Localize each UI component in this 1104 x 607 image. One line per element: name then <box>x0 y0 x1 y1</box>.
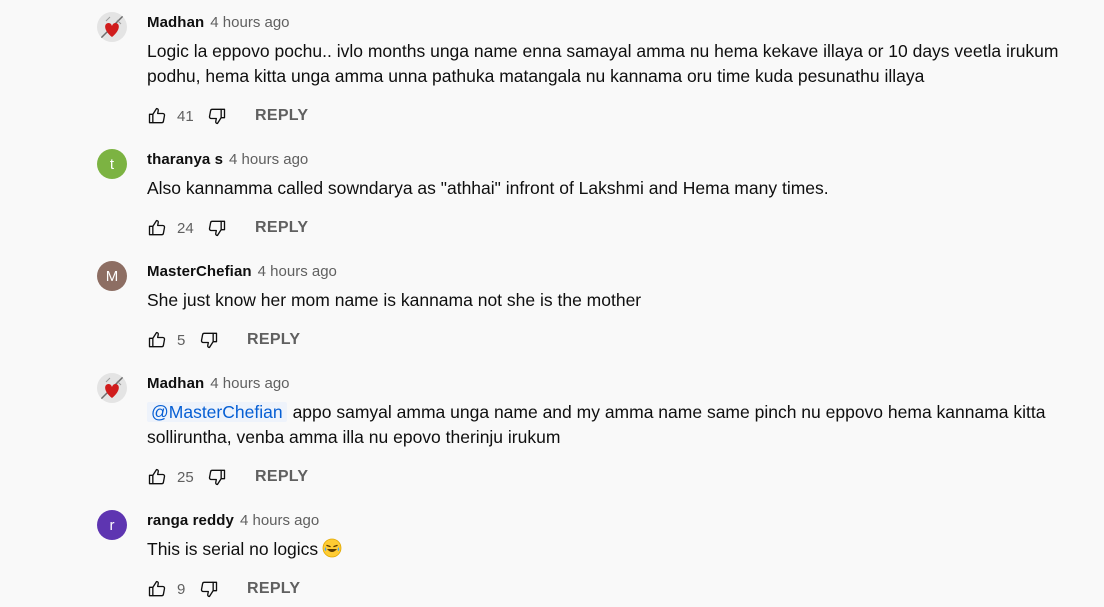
comment-time[interactable]: 4 hours ago <box>258 263 337 280</box>
comment-header: ranga reddy 4 hours ago <box>147 512 319 530</box>
thumbs-down-icon[interactable] <box>199 579 219 599</box>
comment-actions: 25 REPLY <box>147 465 308 489</box>
comments-section: Madhan 4 hours ago Logic la eppovo pochu.… <box>0 0 1104 607</box>
thumbs-down-icon[interactable] <box>199 330 219 350</box>
avatar[interactable] <box>97 12 127 42</box>
comment-time[interactable]: 4 hours ago <box>229 151 308 168</box>
author-name[interactable]: Madhan <box>147 14 204 31</box>
heart-rose-avatar-image <box>97 12 127 42</box>
like-count: 5 <box>177 331 186 349</box>
reply-button[interactable]: REPLY <box>247 331 300 349</box>
author-name[interactable]: tharanya s <box>147 151 223 168</box>
reply-button[interactable]: REPLY <box>255 107 308 125</box>
thumbs-up-icon[interactable] <box>147 579 167 599</box>
thumbs-up-icon[interactable] <box>147 218 167 238</box>
reply-button[interactable]: REPLY <box>247 580 300 598</box>
comment-actions: 24 REPLY <box>147 216 308 240</box>
comment-time[interactable]: 4 hours ago <box>210 14 289 31</box>
comment-time[interactable]: 4 hours ago <box>210 375 289 392</box>
thumbs-down-icon[interactable] <box>207 106 227 126</box>
like-count: 9 <box>177 580 186 598</box>
reply-button[interactable]: REPLY <box>255 219 308 237</box>
comment-header: tharanya s 4 hours ago <box>147 151 308 169</box>
author-name[interactable]: ranga reddy <box>147 512 234 529</box>
comment-text: She just know her mom name is kannama no… <box>147 290 642 310</box>
author-name[interactable]: MasterChefian <box>147 263 252 280</box>
comment-actions: 41 REPLY <box>147 104 308 128</box>
avatar[interactable]: M <box>97 261 127 291</box>
thumbs-down-icon[interactable] <box>207 218 227 238</box>
thumbs-up-icon[interactable] <box>147 330 167 350</box>
comment-header: Madhan 4 hours ago <box>147 375 290 393</box>
comment-header: MasterChefian 4 hours ago <box>147 263 337 281</box>
like-count: 24 <box>177 219 194 237</box>
comment-text: Logic la eppovo pochu.. ivlo months unga… <box>147 41 1059 86</box>
comment-header: Madhan 4 hours ago <box>147 14 290 32</box>
like-count: 25 <box>177 468 194 486</box>
comment-text: This is serial no logics <box>147 537 1087 565</box>
avatar[interactable] <box>97 373 127 403</box>
comment-actions: 5 REPLY <box>147 328 300 352</box>
laughing-tears-emoji <box>322 538 342 565</box>
author-name[interactable]: Madhan <box>147 375 204 392</box>
avatar[interactable]: r <box>97 510 127 540</box>
thumbs-down-icon[interactable] <box>207 467 227 487</box>
comment-text: @MasterChefian appo samyal amma unga name… <box>147 400 1087 450</box>
mention-link[interactable]: @MasterChefian <box>147 402 287 422</box>
heart-rose-avatar-image <box>97 373 127 403</box>
like-count: 41 <box>177 107 194 125</box>
comment-actions: 9 REPLY <box>147 577 300 601</box>
thumbs-up-icon[interactable] <box>147 467 167 487</box>
comment-text: Also kannamma called sowndarya as "athha… <box>147 178 829 198</box>
comment-time[interactable]: 4 hours ago <box>240 512 319 529</box>
avatar[interactable]: t <box>97 149 127 179</box>
comment-text-content: This is serial no logics <box>147 539 319 559</box>
thumbs-up-icon[interactable] <box>147 106 167 126</box>
reply-button[interactable]: REPLY <box>255 468 308 486</box>
